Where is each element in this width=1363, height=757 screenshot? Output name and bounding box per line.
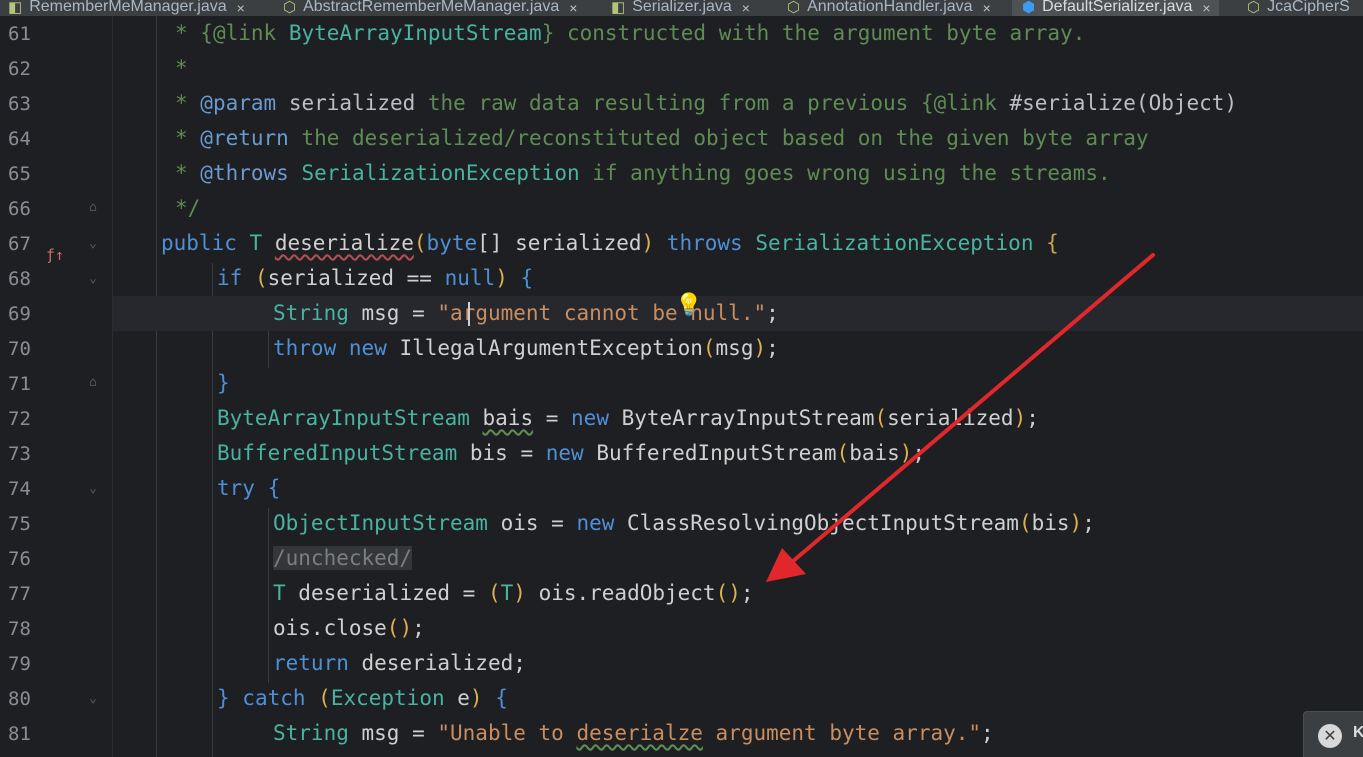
tab-remembermemanager[interactable]: ◧ RememberMeManager.java × — [8, 0, 245, 16]
class-icon: ⬡ — [1247, 0, 1261, 16]
code-line-63: * @param serialized the raw data resulti… — [175, 91, 1238, 115]
tab-annotationhandler[interactable]: ⬡ AnnotationHandler.java × — [787, 0, 991, 16]
line-number: 74 — [8, 478, 31, 500]
code-line-80: } catch (Exception e) { — [217, 686, 508, 710]
code-line-68: if (serialized == null) { — [217, 266, 534, 290]
line-number: 80 — [8, 688, 31, 710]
close-icon[interactable]: × — [983, 0, 991, 16]
class-icon: ⬡ — [787, 0, 801, 16]
line-number: 76 — [8, 548, 31, 570]
fold-icon[interactable]: ⌄ — [87, 482, 99, 496]
close-icon[interactable]: × — [569, 0, 577, 16]
line-number: 71 — [8, 373, 31, 395]
line-number: 67 — [8, 233, 31, 255]
tab-label: DefaultSerializer.java — [1042, 0, 1193, 15]
line-number: 66 — [8, 198, 31, 220]
line-number: 63 — [8, 93, 31, 115]
code-line-73: BufferedInputStream bis = new BufferedIn… — [217, 441, 926, 465]
code-line-67: public T deserialize(byte[] serialized) … — [161, 231, 1059, 255]
class-icon: ⬡ — [283, 0, 297, 16]
tool-window-popup[interactable]: ✕ K — [1303, 711, 1363, 757]
code-line-74: try { — [217, 476, 281, 500]
close-icon[interactable]: × — [742, 0, 750, 16]
tab-abstractremembermemanager[interactable]: ⬡ AbstractRememberMeManager.java × — [283, 0, 577, 16]
code-line-79: return deserialized; — [273, 651, 526, 675]
text-caret — [468, 302, 470, 326]
popup-label: K — [1353, 724, 1363, 741]
code-line-75: ObjectInputStream ois = new ClassResolvi… — [273, 511, 1095, 535]
editor-tab-bar: ◧ RememberMeManager.java × ⬡ AbstractRem… — [0, 0, 1363, 16]
code-line-64: * @return the deserialized/reconstituted… — [175, 126, 1149, 150]
fold-icon[interactable]: ⌄ — [87, 272, 99, 286]
line-number: 68 — [8, 268, 31, 290]
line-number: 70 — [8, 338, 31, 360]
code-line-77: T deserialized = (T) ois.readObject(); — [273, 581, 754, 605]
code-line-65: * @throws SerializationException if anyt… — [175, 161, 1111, 185]
code-line-70: throw new IllegalArgumentException(msg); — [273, 336, 779, 360]
line-number: 64 — [8, 128, 31, 150]
class-icon: ⬢ — [1022, 0, 1036, 16]
line-number: 65 — [8, 163, 31, 185]
interface-icon: ◧ — [8, 0, 23, 16]
line-number: 69 — [8, 303, 31, 325]
lightbulb-icon[interactable]: 💡 — [675, 293, 702, 318]
fold-icon[interactable]: ⌄ — [87, 692, 99, 706]
line-number: 77 — [8, 583, 31, 605]
tab-serializer[interactable]: ◧ Serializer.java × — [611, 0, 750, 16]
close-icon[interactable]: × — [1202, 0, 1210, 16]
line-number: 61 — [8, 23, 31, 45]
tab-label: RememberMeManager.java — [29, 0, 227, 15]
interface-icon: ◧ — [611, 0, 626, 16]
code-line-62: * — [175, 56, 188, 80]
code-line-61: * {@link ByteArrayInputStream} construct… — [175, 21, 1086, 45]
code-line-66: */ — [175, 196, 201, 220]
code-line-71: } — [217, 371, 230, 395]
tab-label: AnnotationHandler.java — [807, 0, 973, 15]
close-icon[interactable]: × — [237, 0, 245, 16]
line-number: 72 — [8, 408, 31, 430]
override-icon[interactable]: ƒ↑ — [46, 246, 64, 264]
fold-icon[interactable]: ⌂ — [87, 201, 99, 215]
code-line-69: String msg = "argument cannot be null."; — [113, 296, 1363, 331]
tab-label: AbstractRememberMeManager.java — [303, 0, 560, 15]
line-number: 73 — [8, 443, 31, 465]
fold-icon[interactable]: ⌂ — [87, 376, 99, 390]
tab-jcacipherservice[interactable]: ⬡ JcaCipherS — [1247, 0, 1350, 16]
line-number: 79 — [8, 653, 31, 675]
code-editor[interactable]: * {@link ByteArrayInputStream} construct… — [113, 16, 1363, 757]
code-line-78: ois.close(); — [273, 616, 425, 640]
code-line-81: String msg = "Unable to deserialze argum… — [273, 721, 994, 745]
tab-defaultserializer[interactable]: ⬢ DefaultSerializer.java × — [1012, 0, 1219, 16]
fold-icon[interactable]: ⌄ — [87, 237, 99, 251]
tab-label: Serializer.java — [632, 0, 732, 15]
k-icon: ✕ — [1318, 724, 1342, 748]
line-number: 81 — [8, 723, 31, 745]
line-number: 75 — [8, 513, 31, 535]
code-line-76: /unchecked/ — [273, 546, 413, 570]
code-line-72: ByteArrayInputStream bais = new ByteArra… — [217, 406, 1039, 430]
tab-label: JcaCipherS — [1267, 0, 1350, 15]
line-number: 62 — [8, 58, 31, 80]
editor-gutter: 61 62 63 64 65 66 67 68 69 70 71 72 73 7… — [0, 16, 112, 757]
line-number: 78 — [8, 618, 31, 640]
